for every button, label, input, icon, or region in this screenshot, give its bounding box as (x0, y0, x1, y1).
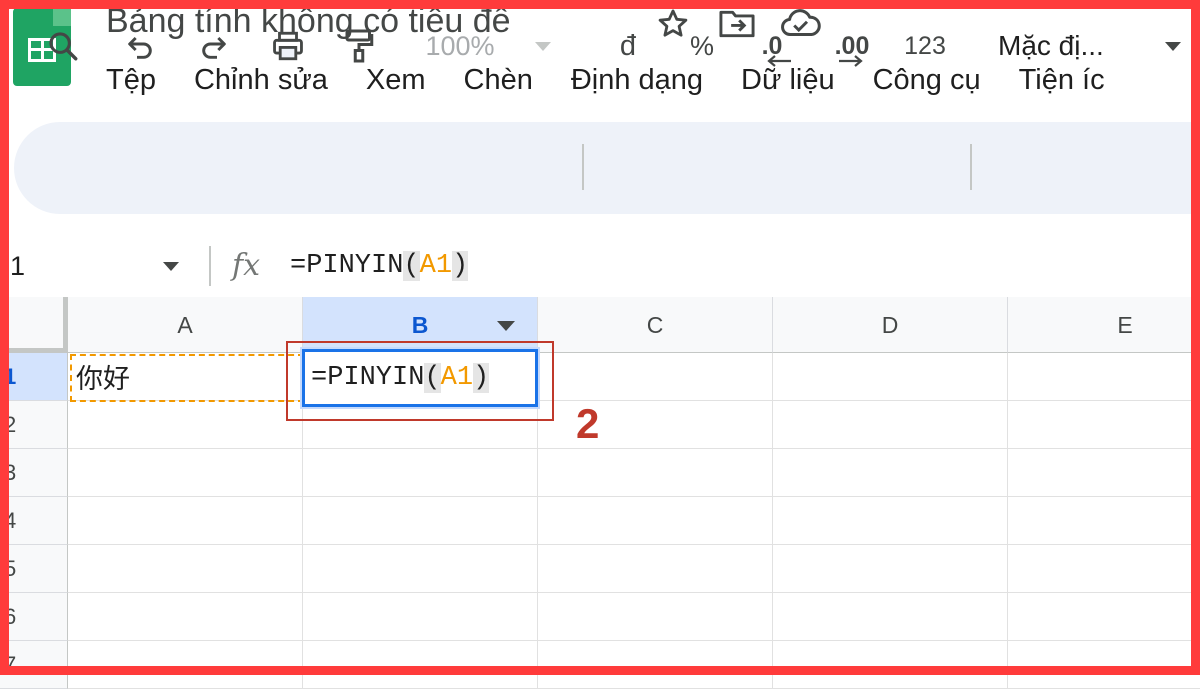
cell-a3[interactable] (68, 449, 303, 497)
decrease-decimal-button[interactable]: .0 (744, 0, 800, 92)
cell-a2[interactable] (68, 401, 303, 449)
column-menu-dropdown-icon[interactable] (497, 321, 515, 331)
a1-value: 你好 (76, 364, 130, 394)
cell-e3[interactable] (1008, 449, 1200, 497)
cell-d5[interactable] (773, 545, 1008, 593)
cell-d1[interactable] (773, 353, 1008, 401)
formula-input[interactable]: =PINYIN(A1) (290, 246, 469, 286)
row-header-4[interactable]: 4 (0, 497, 68, 545)
number-format-button[interactable]: 123 (896, 0, 954, 92)
cell-c5[interactable] (538, 545, 773, 593)
print-icon[interactable] (262, 0, 314, 92)
font-select[interactable]: Mặc đị... (998, 0, 1148, 92)
formula-reference: A1 (419, 251, 453, 281)
name-box-dropdown-icon[interactable] (162, 260, 180, 272)
fx-icon: fx (232, 248, 261, 283)
paint-format-icon[interactable] (334, 0, 384, 92)
cell-b3[interactable] (303, 449, 538, 497)
row-header-6[interactable]: 6 (0, 593, 68, 641)
cell-e4[interactable] (1008, 497, 1200, 545)
row-header-5[interactable]: 5 (0, 545, 68, 593)
column-header-d[interactable]: D (773, 297, 1008, 353)
row-header-7[interactable]: 7 (0, 641, 68, 689)
column-header-e[interactable]: E (1008, 297, 1200, 353)
cell-d2[interactable] (773, 401, 1008, 449)
row-header-1[interactable]: 1 (0, 353, 68, 401)
cell-b7[interactable] (303, 641, 538, 689)
row-header-3[interactable]: 3 (0, 449, 68, 497)
column-header-a[interactable]: A (68, 297, 303, 353)
cell-d7[interactable] (773, 641, 1008, 689)
cell-b5[interactable] (303, 545, 538, 593)
zoom-select[interactable]: 100% (410, 0, 510, 92)
name-box[interactable]: B1 (0, 246, 200, 286)
zoom-value: 100% (425, 30, 495, 61)
percent-format-button[interactable]: % (678, 0, 726, 92)
formula-bar-divider (209, 246, 211, 286)
step-number-label: 2 (576, 400, 600, 447)
cell-c1[interactable] (538, 353, 773, 401)
search-menus-icon[interactable] (36, 0, 90, 92)
cell-b4[interactable] (303, 497, 538, 545)
currency-format-button[interactable]: đ (604, 0, 652, 92)
font-dropdown-icon[interactable] (1158, 0, 1188, 92)
cell-d6[interactable] (773, 593, 1008, 641)
font-value: Mặc đị... (998, 30, 1104, 61)
cell-e1[interactable] (1008, 353, 1200, 401)
cell-a5[interactable] (68, 545, 303, 593)
toolbar-divider (582, 144, 584, 190)
cell-d4[interactable] (773, 497, 1008, 545)
cell-c6[interactable] (538, 593, 773, 641)
undo-icon[interactable] (116, 0, 166, 92)
arrow-left-icon (767, 55, 791, 67)
arrow-right-icon (839, 55, 863, 67)
zoom-dropdown-icon[interactable] (528, 0, 558, 92)
callout-highlight-box (286, 341, 554, 421)
increase-decimal-button[interactable]: .00 (820, 0, 884, 92)
cell-a4[interactable] (68, 497, 303, 545)
cell-d3[interactable] (773, 449, 1008, 497)
toolbar (14, 122, 1200, 214)
cell-e2[interactable] (1008, 401, 1200, 449)
cell-b6[interactable] (303, 593, 538, 641)
select-all-corner[interactable] (0, 297, 68, 353)
cell-a7[interactable] (68, 641, 303, 689)
cell-c2[interactable] (538, 401, 773, 449)
cell-e5[interactable] (1008, 545, 1200, 593)
toolbar-divider (970, 144, 972, 190)
spreadsheet-grid: A B C D E 1 2 3 4 5 6 7 你好 =PINYIN(A1) (0, 297, 1200, 689)
cell-c7[interactable] (538, 641, 773, 689)
cell-c4[interactable] (538, 497, 773, 545)
cell-e7[interactable] (1008, 641, 1200, 689)
cell-c3[interactable] (538, 449, 773, 497)
row-header-2[interactable]: 2 (0, 401, 68, 449)
redo-icon[interactable] (188, 0, 238, 92)
cell-e6[interactable] (1008, 593, 1200, 641)
column-header-c[interactable]: C (538, 297, 773, 353)
cell-a6[interactable] (68, 593, 303, 641)
